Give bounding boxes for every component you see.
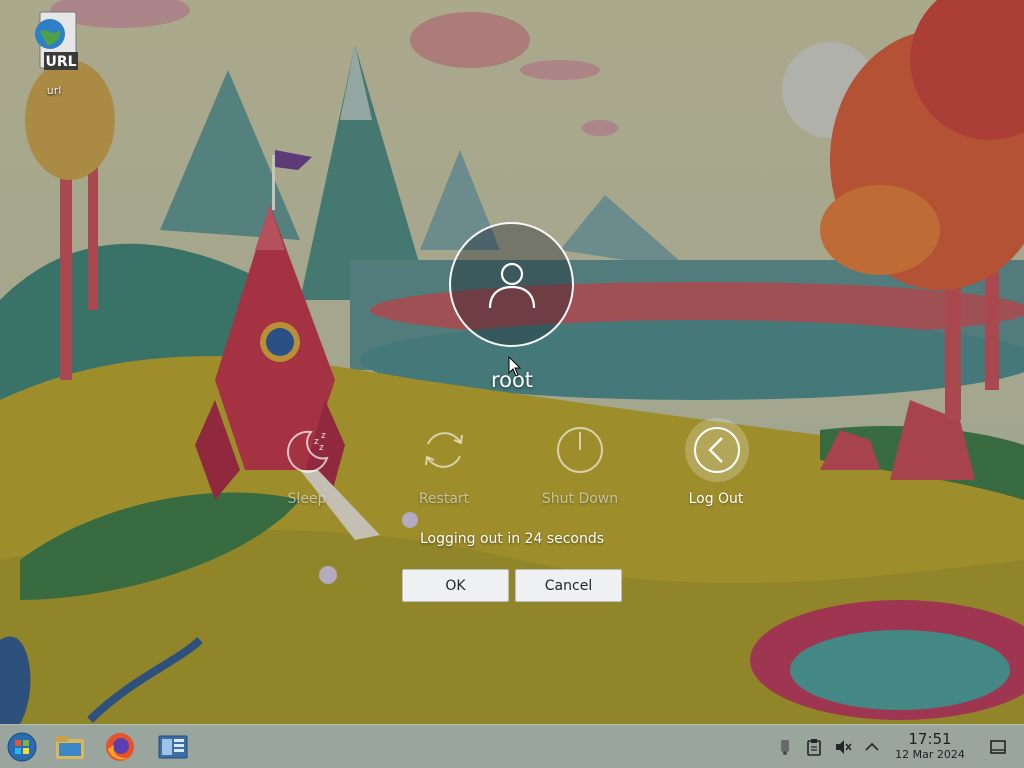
file-manager-icon	[56, 736, 84, 759]
taskbar: 17:51 12 Mar 2024	[0, 724, 1024, 768]
desktop-icon-label: url	[46, 84, 62, 97]
volume-muted-icon[interactable]	[834, 738, 852, 756]
clock[interactable]: 17:51 12 Mar 2024	[884, 731, 976, 762]
cancel-button[interactable]: Cancel	[515, 569, 622, 602]
sleep-label: Sleep	[287, 491, 327, 507]
start-menu-icon	[7, 732, 37, 762]
shutdown-button[interactable]: Shut Down	[525, 420, 635, 516]
ok-button[interactable]: OK	[402, 569, 509, 602]
sleep-button[interactable]: z z z Sleep	[252, 420, 362, 516]
clipboard-icon[interactable]	[805, 738, 823, 756]
notifications-icon[interactable]	[776, 738, 794, 756]
start-menu-button[interactable]	[6, 731, 38, 763]
clock-date: 12 Mar 2024	[895, 748, 965, 761]
globe-document-icon: URL	[35, 11, 78, 70]
sleep-icon: z z z	[287, 430, 329, 473]
clock-time: 17:51	[908, 730, 952, 748]
user-avatar	[449, 222, 574, 347]
restart-button[interactable]: Restart	[389, 420, 499, 516]
logout-icon	[694, 427, 740, 473]
restart-icon	[425, 432, 463, 468]
firefox-icon	[106, 733, 134, 761]
user-icon	[488, 262, 536, 309]
shutdown-label: Shut Down	[541, 491, 619, 507]
firefox-button[interactable]	[104, 731, 136, 763]
svg-text:z: z	[319, 443, 324, 453]
url-badge-text: URL	[45, 54, 76, 70]
system-settings-button[interactable]	[157, 731, 189, 763]
system-settings-icon	[158, 735, 188, 759]
restart-label: Restart	[418, 491, 470, 507]
mouse-cursor-icon	[508, 356, 522, 377]
logout-label: Log Out	[688, 491, 744, 507]
show-desktop-icon[interactable]	[989, 738, 1007, 756]
logout-countdown: Logging out in 24 seconds	[419, 531, 605, 547]
power-icon	[557, 427, 603, 473]
chevron-up-icon[interactable]	[863, 738, 881, 756]
logout-button[interactable]: Log Out	[661, 418, 771, 516]
desktop-icon-url[interactable]: URL url	[22, 8, 86, 97]
file-manager-button[interactable]	[54, 731, 86, 763]
svg-text:z: z	[321, 431, 326, 441]
